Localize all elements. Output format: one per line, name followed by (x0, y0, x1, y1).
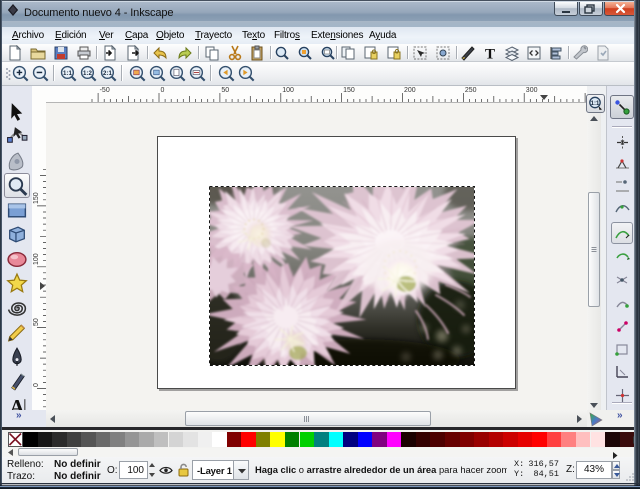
svg-text:1:2: 1:2 (83, 70, 92, 77)
svg-text:2:1: 2:1 (103, 70, 112, 77)
svg-text:T: T (485, 47, 495, 62)
svg-text:1:1: 1:1 (63, 70, 72, 77)
